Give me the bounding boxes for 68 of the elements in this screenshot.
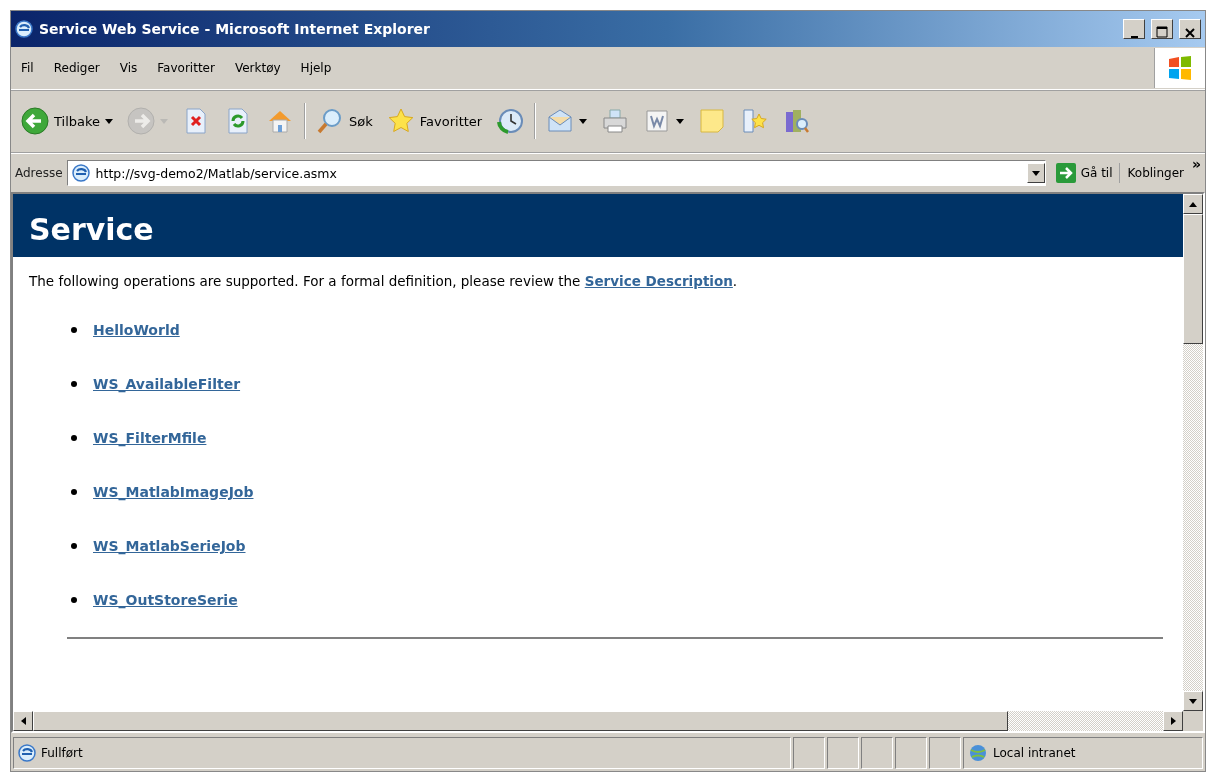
caret-icon bbox=[1031, 170, 1040, 176]
horizontal-scrollbar[interactable] bbox=[13, 711, 1183, 731]
operation-link[interactable]: WS_FilterMfile bbox=[93, 430, 207, 446]
caret-icon bbox=[105, 118, 114, 124]
bullet-icon bbox=[71, 435, 77, 441]
sticky-note-icon bbox=[698, 107, 727, 135]
operation-link[interactable]: WS_MatlabImageJob bbox=[93, 484, 254, 500]
more-chevron[interactable]: » bbox=[1191, 156, 1201, 172]
left-arrow-icon bbox=[20, 717, 26, 725]
close-button[interactable] bbox=[1179, 19, 1201, 39]
operation-link[interactable]: WS_MatlabSerieJob bbox=[93, 538, 246, 554]
bullet-icon bbox=[71, 381, 77, 387]
caret-icon bbox=[579, 118, 588, 124]
dropdown-button[interactable] bbox=[1026, 163, 1045, 183]
links-button[interactable]: Koblinger bbox=[1123, 166, 1188, 180]
menu-item[interactable]: Hjelp bbox=[290, 59, 342, 77]
vertical-scrollbar[interactable] bbox=[1183, 194, 1203, 711]
status-pane bbox=[929, 737, 961, 769]
maximize-icon bbox=[1156, 26, 1168, 38]
operation-link[interactable]: WS_AvailableFilter bbox=[93, 376, 241, 392]
caret-icon bbox=[160, 118, 169, 124]
status-pane bbox=[827, 737, 859, 769]
window-title: Service Web Service - Microsoft Internet Explorer bbox=[39, 21, 431, 37]
status-text: Fullført bbox=[41, 746, 83, 760]
address-field[interactable]: http://svg-demo2/Matlab/service.asmx bbox=[66, 160, 1046, 186]
bullet-icon bbox=[71, 489, 77, 495]
page-icon bbox=[18, 744, 36, 762]
close-icon bbox=[1185, 28, 1195, 38]
address-label: Adresse bbox=[15, 166, 63, 180]
search-button[interactable]: Søk bbox=[312, 104, 377, 138]
page-heading: Service bbox=[13, 194, 1183, 257]
go-button[interactable]: Gå til bbox=[1049, 163, 1120, 183]
operation-link[interactable]: HelloWorld bbox=[93, 322, 180, 338]
back-button[interactable]: Tilbake bbox=[17, 104, 118, 138]
menu-item[interactable]: Rediger bbox=[43, 59, 110, 77]
intro-text: The following operations are supported. For a formal definition, please review the Service Description. bbox=[29, 273, 739, 289]
scroll-thumb[interactable] bbox=[33, 711, 1008, 731]
caret-icon bbox=[676, 118, 685, 124]
page-icon bbox=[71, 164, 90, 182]
operation-link[interactable]: WS_OutStoreSerie bbox=[93, 592, 238, 608]
envelope-icon bbox=[546, 107, 575, 135]
globe-icon bbox=[968, 744, 988, 762]
up-arrow-icon bbox=[1189, 201, 1197, 207]
down-arrow-icon bbox=[1189, 698, 1197, 704]
minimize-icon bbox=[1130, 36, 1138, 38]
favorites-button[interactable]: Favoritter bbox=[382, 104, 487, 138]
scroll-thumb[interactable] bbox=[1183, 214, 1203, 344]
status-pane bbox=[861, 737, 893, 769]
status-pane bbox=[895, 737, 927, 769]
zone-text: Local intranet bbox=[993, 746, 1076, 760]
status-pane bbox=[793, 737, 825, 769]
menu-item[interactable]: Vis bbox=[109, 59, 148, 77]
menu-item[interactable]: Favoritter bbox=[147, 59, 225, 77]
browser-icon bbox=[15, 20, 33, 38]
scrollbar-corner bbox=[1183, 711, 1203, 731]
menu-item[interactable]: Verktøy bbox=[224, 59, 291, 77]
printer-icon bbox=[601, 107, 630, 135]
service-description-link[interactable]: Service Description bbox=[584, 273, 733, 289]
phone-star-icon bbox=[740, 107, 769, 135]
minimize-button[interactable] bbox=[1123, 19, 1145, 39]
bullet-icon bbox=[71, 543, 77, 549]
menu-item[interactable]: Fil bbox=[11, 59, 44, 77]
arrow-icon bbox=[1055, 163, 1076, 183]
maximize-button[interactable] bbox=[1151, 19, 1173, 39]
star-icon bbox=[386, 107, 415, 135]
right-arrow-icon bbox=[1170, 717, 1176, 725]
bullet-icon bbox=[71, 327, 77, 333]
bullet-icon bbox=[71, 597, 77, 603]
